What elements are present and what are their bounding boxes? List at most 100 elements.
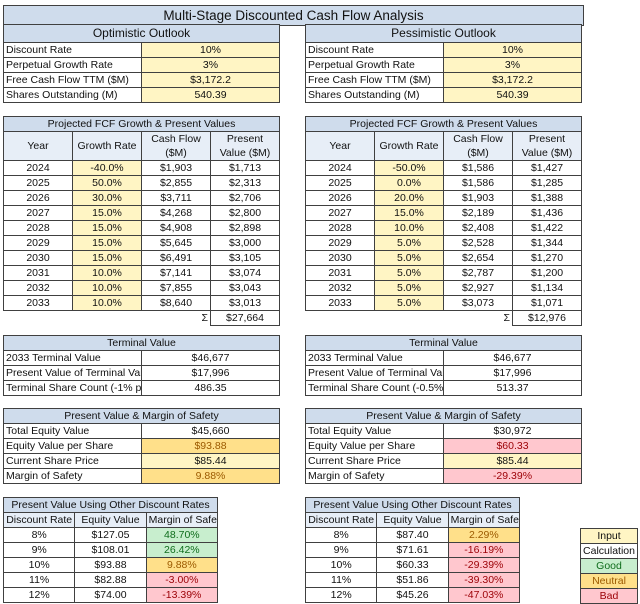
- growth-rate-cell[interactable]: 0.0%: [374, 175, 444, 191]
- terminal-row: Terminal Share Count (-1% per year)486.3…: [3, 380, 280, 396]
- year-cell: 2031: [3, 265, 73, 281]
- column-header: Growth Rate: [72, 131, 142, 161]
- projection-block: Projected FCF Growth & Present Values Yea…: [3, 116, 280, 326]
- terminal-row: Terminal Share Count (-0.5% per year)513…: [305, 380, 582, 396]
- growth-rate-cell[interactable]: 5.0%: [374, 235, 444, 251]
- growth-rate-cell[interactable]: 10.0%: [72, 295, 142, 311]
- projection-row: 2028 15.0% $4,908 $2,898: [3, 220, 280, 236]
- cash-flow-cell: $3,073: [443, 295, 513, 311]
- present-value-cell: $3,105: [210, 250, 280, 266]
- pv-value: -29.39%: [443, 468, 582, 484]
- pv-label: Total Equity Value: [305, 423, 444, 439]
- equity-value-cell: $51.86: [376, 572, 449, 588]
- legend-item-neutral: Neutral: [580, 573, 638, 589]
- projection-row: 2033 10.0% $8,640 $3,013: [3, 295, 280, 311]
- column-header: Cash Flow ($M): [141, 131, 211, 161]
- growth-rate-cell[interactable]: 10.0%: [374, 220, 444, 236]
- terminal-value: $46,677: [141, 350, 280, 366]
- growth-rate-cell[interactable]: 10.0%: [72, 280, 142, 296]
- cash-flow-cell: $6,491: [141, 250, 211, 266]
- growth-rate-cell[interactable]: 10.0%: [72, 265, 142, 281]
- terminal-value-title: Terminal Value: [305, 335, 582, 351]
- discount-rate-cell: 10%: [304, 557, 378, 573]
- growth-rate-cell[interactable]: 15.0%: [72, 250, 142, 266]
- growth-rate-cell[interactable]: 15.0%: [72, 205, 142, 221]
- pv-value[interactable]: $85.44: [443, 453, 582, 469]
- present-value-cell: $3,000: [210, 235, 280, 251]
- discount-rate-cell: 8%: [2, 527, 76, 543]
- column-header: Present Value ($M): [210, 131, 280, 161]
- column-header: Cash Flow ($M): [443, 131, 513, 161]
- discount-rate-cell: 9%: [2, 542, 76, 558]
- input-value[interactable]: 10%: [141, 42, 280, 58]
- terminal-label: Terminal Share Count (-0.5% per year): [305, 380, 444, 396]
- input-row: Free Cash Flow TTM ($M) $3,172.2: [3, 72, 280, 88]
- growth-rate-cell[interactable]: 20.0%: [374, 190, 444, 206]
- input-value[interactable]: 3%: [443, 57, 582, 73]
- other-rates-row: 9% $71.61 -16.19%: [304, 542, 521, 558]
- present-value-cell: $2,898: [210, 220, 280, 236]
- projection-row: 2025 0.0% $1,586 $1,285: [305, 175, 582, 191]
- input-value[interactable]: $3,172.2: [141, 72, 280, 88]
- growth-rate-cell[interactable]: -40.0%: [72, 160, 142, 176]
- growth-rate-cell[interactable]: 15.0%: [72, 220, 142, 236]
- pv-row: Current Share Price $85.44: [3, 453, 280, 469]
- pv-value: $93.88: [141, 438, 280, 454]
- margin-of-safety-cell: 9.88%: [145, 557, 219, 573]
- input-value[interactable]: 540.39: [141, 87, 280, 103]
- terminal-value: $46,677: [443, 350, 582, 366]
- cash-flow-cell: $2,927: [443, 280, 513, 296]
- growth-rate-cell[interactable]: 15.0%: [374, 205, 444, 221]
- growth-rate-cell[interactable]: 30.0%: [72, 190, 142, 206]
- discount-rate-cell: 8%: [304, 527, 378, 543]
- projection-row: 2029 5.0% $2,528 $1,344: [305, 235, 582, 251]
- input-value[interactable]: 3%: [141, 57, 280, 73]
- terminal-value-block: Terminal Value 2033 Terminal Value $46,677…: [3, 335, 280, 396]
- inputs-block: Pessimistic Outlook Discount Rate 10% Perpe…: [305, 24, 582, 103]
- discount-rate-cell: 12%: [304, 587, 378, 603]
- cash-flow-cell: $1,903: [141, 160, 211, 176]
- terminal-value: $17,996: [141, 365, 280, 381]
- terminal-row: 2033 Terminal Value $46,677: [3, 350, 280, 366]
- cash-flow-cell: $7,141: [141, 265, 211, 281]
- pv-value[interactable]: $85.44: [141, 453, 280, 469]
- growth-rate-cell[interactable]: 5.0%: [374, 280, 444, 296]
- year-cell: 2025: [305, 175, 375, 191]
- input-row: Discount Rate 10%: [3, 42, 280, 58]
- present-value-cell: $2,706: [210, 190, 280, 206]
- growth-rate-cell[interactable]: 15.0%: [72, 235, 142, 251]
- projection-row: 2024 -50.0% $1,586 $1,427: [305, 160, 582, 176]
- cash-flow-cell: $4,908: [141, 220, 211, 236]
- present-value-title: Present Value & Margin of Safety: [3, 408, 280, 424]
- main-title: Multi-Stage Discounted Cash Flow Analysi…: [3, 5, 584, 26]
- input-value[interactable]: 540.39: [443, 87, 582, 103]
- other-rates-title: Present Value Using Other Discount Rates: [3, 497, 218, 513]
- present-value-cell: $3,074: [210, 265, 280, 281]
- growth-rate-cell[interactable]: 50.0%: [72, 175, 142, 191]
- growth-rate-cell[interactable]: 5.0%: [374, 295, 444, 311]
- discount-rate-cell: 9%: [304, 542, 378, 558]
- input-label: Discount Rate: [305, 42, 444, 58]
- growth-rate-cell[interactable]: 5.0%: [374, 250, 444, 266]
- terminal-label: 2033 Terminal Value: [3, 350, 142, 366]
- year-cell: 2024: [305, 160, 375, 176]
- legend-item-calculation: Calculation: [580, 543, 638, 559]
- input-value[interactable]: 10%: [443, 42, 582, 58]
- growth-rate-cell[interactable]: -50.0%: [374, 160, 444, 176]
- pv-row: Equity Value per Share $93.88: [3, 438, 280, 454]
- equity-value-cell: $60.33: [376, 557, 449, 573]
- terminal-label: Present Value of Terminal Value: [305, 365, 444, 381]
- year-cell: 2024: [3, 160, 73, 176]
- cash-flow-cell: $1,586: [443, 175, 513, 191]
- equity-value-cell: $87.40: [376, 527, 449, 543]
- pv-row: Current Share Price $85.44: [305, 453, 582, 469]
- input-value[interactable]: $3,172.2: [443, 72, 582, 88]
- growth-rate-cell[interactable]: 5.0%: [374, 265, 444, 281]
- cash-flow-cell: $3,711: [141, 190, 211, 206]
- input-label: Discount Rate: [3, 42, 142, 58]
- cash-flow-cell: $2,855: [141, 175, 211, 191]
- other-rates-title: Present Value Using Other Discount Rates: [305, 497, 520, 513]
- cash-flow-cell: $8,640: [141, 295, 211, 311]
- input-row: Shares Outstanding (M) 540.39: [3, 87, 280, 103]
- terminal-value: $17,996: [443, 365, 582, 381]
